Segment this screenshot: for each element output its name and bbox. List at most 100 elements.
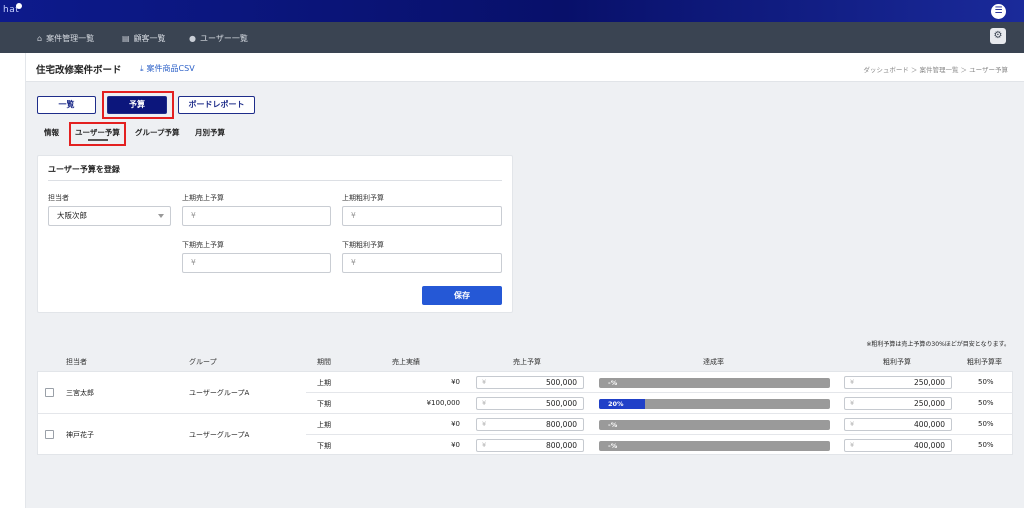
nav-label: 案件管理一覧 (46, 33, 95, 43)
row-checkbox[interactable] (45, 388, 54, 397)
period-cell: 下期 (317, 442, 331, 450)
highlight-box (69, 122, 126, 146)
download-icon: ⤓ (140, 63, 144, 73)
h2-sales-budget-label: 下期売上予算 (182, 241, 224, 249)
page-title: 住宅改修案件ボード (36, 65, 122, 76)
col-header-sales-budget: 売上予算 (513, 358, 541, 366)
nav-item-users[interactable]: ● ユーザー一覧 (189, 32, 248, 44)
profit-budget-input[interactable]: ¥ 400,000 (844, 439, 952, 452)
nav-label: 顧客一覧 (133, 33, 166, 43)
achievement-bar: -% (599, 441, 830, 451)
yen-symbol: ¥ (482, 420, 487, 428)
breadcrumb[interactable]: ダッシュボード ＞ 案件管理一覧 ＞ ユーザー予算 (863, 64, 1008, 74)
h1-profit-budget-label: 上期粗利予算 (342, 194, 384, 202)
user-name: 神戸花子 (66, 431, 94, 439)
sales-budget-input[interactable]: ¥ 500,000 (476, 376, 584, 389)
yen-symbol: ¥ (850, 399, 855, 407)
row-divider (37, 413, 1013, 414)
highlight-box (102, 91, 174, 119)
user-group: ユーザーグループA (189, 389, 250, 397)
top-bar: hat ☰ (0, 0, 1024, 22)
tab-monthly-budget[interactable]: 月別予算 (195, 127, 225, 138)
achievement-label: -% (608, 442, 618, 450)
user-icon: ● (189, 33, 196, 43)
profit-budget-input[interactable]: ¥ 250,000 (844, 397, 952, 410)
profit-budget-input[interactable]: ¥ 400,000 (844, 418, 952, 431)
profit-budget-value: 400,000 (913, 420, 945, 429)
divider (48, 180, 502, 181)
profit-budget-value: 400,000 (913, 441, 945, 450)
h2-profit-budget-label: 下期粗利予算 (342, 241, 384, 249)
h2-profit-budget-input[interactable]: ¥ (342, 253, 502, 273)
h1-sales-budget-label: 上期売上予算 (182, 194, 224, 202)
profit-rate-cell: 50% (978, 378, 994, 386)
row-checkbox[interactable] (45, 430, 54, 439)
main-nav: ⌂ 案件管理一覧 ▤ 顧客一覧 ● ユーザー一覧 (0, 22, 1024, 53)
actual-cell: ¥0 (451, 378, 460, 386)
col-header-achievement: 達成率 (703, 358, 724, 366)
col-header-period: 期間 (317, 358, 331, 366)
assignee-select[interactable]: 大阪次郎 (48, 206, 171, 226)
achievement-label: -% (608, 379, 618, 387)
tab-group-budget[interactable]: グループ予算 (135, 127, 180, 138)
assignee-label: 担当者 (48, 194, 69, 202)
nav-item-projects[interactable]: ⌂ 案件管理一覧 (37, 32, 94, 44)
h1-profit-budget-input[interactable]: ¥ (342, 206, 502, 226)
profit-budget-value: 250,000 (913, 399, 945, 408)
profit-rate-cell: 50% (978, 420, 994, 428)
col-header-profit-rate: 粗利予算率 (967, 358, 1002, 366)
col-header-profit-budget: 粗利予算 (883, 358, 911, 366)
nav-item-customers[interactable]: ▤ 顧客一覧 (122, 32, 166, 44)
sidebar (0, 53, 26, 508)
user-group: ユーザーグループA (189, 431, 250, 439)
achievement-bar: 20% (599, 399, 830, 409)
nav-label: ユーザー一覧 (199, 33, 248, 43)
period-cell: 下期 (317, 400, 331, 408)
achievement-label: -% (608, 421, 618, 429)
csv-link-label: 案件商品CSV (146, 64, 195, 73)
sales-budget-value: 800,000 (545, 420, 577, 429)
sales-budget-input[interactable]: ¥ 800,000 (476, 418, 584, 431)
assignee-value: 大阪次郎 (57, 211, 87, 220)
row-divider (306, 392, 1013, 393)
sales-budget-value: 500,000 (545, 378, 577, 387)
chevron-down-icon (158, 214, 164, 218)
h2-sales-budget-input[interactable]: ¥ (182, 253, 331, 273)
save-button[interactable]: 保存 (422, 286, 502, 305)
row-divider (306, 434, 1013, 435)
profit-note: ※粗利予算は売上予算の30%ほどが目安となります。 (866, 341, 1010, 348)
yen-symbol: ¥ (850, 441, 855, 449)
actual-cell: ¥100,000 (426, 399, 460, 407)
menu-icon[interactable]: ☰ (991, 4, 1006, 19)
home-icon: ⌂ (37, 33, 43, 43)
tab-info[interactable]: 情報 (44, 127, 59, 138)
sales-budget-value: 800,000 (545, 441, 577, 450)
profit-rate-cell: 50% (978, 441, 994, 449)
col-header-group: グループ (189, 358, 217, 366)
h1-sales-budget-input[interactable]: ¥ (182, 206, 331, 226)
csv-download-link[interactable]: ⤓ 案件商品CSV (140, 63, 195, 74)
actual-cell: ¥0 (451, 441, 460, 449)
period-cell: 上期 (317, 379, 331, 387)
yen-symbol: ¥ (482, 399, 487, 407)
yen-symbol: ¥ (850, 420, 855, 428)
yen-symbol: ¥ (482, 378, 487, 386)
document-icon: ▤ (122, 33, 130, 43)
col-header-actual: 売上実績 (392, 358, 420, 366)
yen-symbol: ¥ (850, 378, 855, 386)
achievement-bar: -% (599, 420, 830, 430)
period-cell: 上期 (317, 421, 331, 429)
yen-symbol: ¥ (482, 441, 487, 449)
sales-budget-input[interactable]: ¥ 800,000 (476, 439, 584, 452)
sales-budget-input[interactable]: ¥ 500,000 (476, 397, 584, 410)
board-report-button[interactable]: ボードレポート (178, 96, 255, 114)
achievement-label: 20% (608, 400, 624, 408)
achievement-bar: -% (599, 378, 830, 388)
col-header-assignee: 担当者 (66, 358, 87, 366)
settings-gear-icon[interactable]: ⚙ (990, 28, 1006, 44)
profit-budget-value: 250,000 (913, 378, 945, 387)
sales-budget-value: 500,000 (545, 399, 577, 408)
logo-mark-icon (16, 3, 22, 9)
profit-budget-input[interactable]: ¥ 250,000 (844, 376, 952, 389)
list-view-button[interactable]: 一覧 (37, 96, 96, 114)
